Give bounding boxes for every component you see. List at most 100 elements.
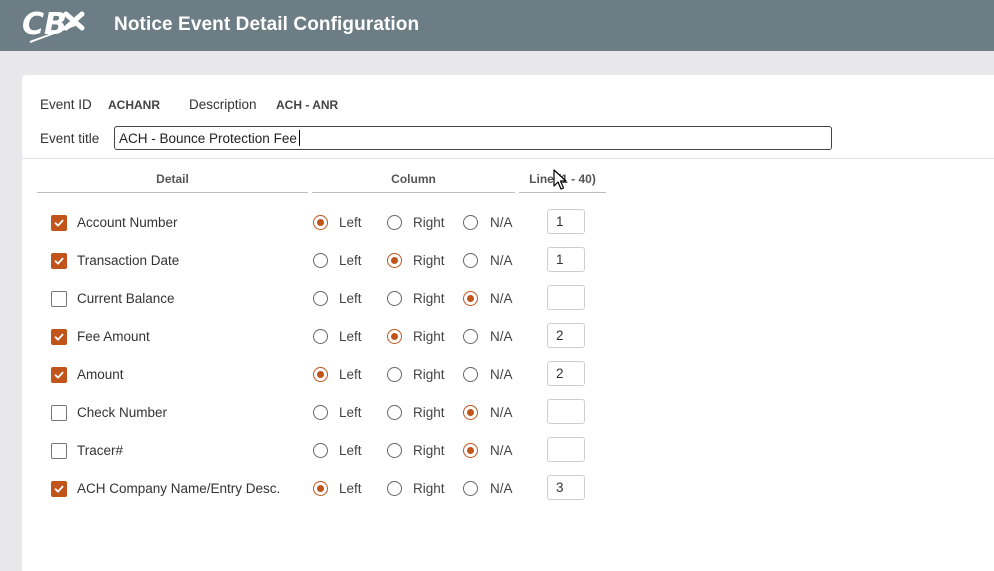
radio-left-label: Left xyxy=(339,329,362,344)
radio-right-label: Right xyxy=(413,329,445,344)
line-number-input[interactable] xyxy=(547,437,585,462)
radio-left[interactable] xyxy=(313,405,328,420)
radio-right-label: Right xyxy=(413,443,445,458)
radio-selected-dot xyxy=(390,332,398,340)
text-caret xyxy=(299,130,300,146)
event-title-input[interactable] xyxy=(114,126,832,150)
include-checkbox[interactable] xyxy=(51,329,67,345)
radio-na-label: N/A xyxy=(490,291,513,306)
radio-left[interactable] xyxy=(313,215,328,230)
radio-na[interactable] xyxy=(463,329,478,344)
detail-label: Check Number xyxy=(77,405,168,420)
radio-right[interactable] xyxy=(387,215,402,230)
description-label: Description xyxy=(189,97,257,112)
include-checkbox[interactable] xyxy=(51,443,67,459)
radio-selected-dot xyxy=(390,256,398,264)
detail-label: Fee Amount xyxy=(77,329,150,344)
detail-row: Tracer# Left Right N/A xyxy=(0,437,994,465)
detail-label: ACH Company Name/Entry Desc. xyxy=(77,481,281,496)
mouse-pointer-icon xyxy=(553,169,567,190)
line-number-input[interactable]: 2 xyxy=(547,323,585,348)
radio-selected-dot xyxy=(316,218,324,226)
include-checkbox[interactable] xyxy=(51,253,67,269)
radio-right-label: Right xyxy=(413,291,445,306)
radio-left[interactable] xyxy=(313,291,328,306)
radio-right-label: Right xyxy=(413,367,445,382)
radio-right[interactable] xyxy=(387,481,402,496)
checkmark-icon xyxy=(54,371,64,379)
line-number-input[interactable]: 1 xyxy=(547,209,585,234)
radio-na[interactable] xyxy=(463,291,478,306)
checkmark-icon xyxy=(54,257,64,265)
event-title-label: Event title xyxy=(40,131,100,146)
line-number-input[interactable] xyxy=(547,285,585,310)
radio-selected-dot xyxy=(316,484,324,492)
detail-row: Account Number Left Right N/A 1 xyxy=(0,209,994,237)
detail-label: Account Number xyxy=(77,215,178,230)
detail-label: Transaction Date xyxy=(77,253,180,268)
radio-right[interactable] xyxy=(387,291,402,306)
radio-left-label: Left xyxy=(339,291,362,306)
radio-left[interactable] xyxy=(313,367,328,382)
radio-right[interactable] xyxy=(387,443,402,458)
radio-left[interactable] xyxy=(313,481,328,496)
radio-right-label: Right xyxy=(413,215,445,230)
detail-row: ACH Company Name/Entry Desc. Left Right N/A… xyxy=(0,475,994,503)
radio-na-label: N/A xyxy=(490,481,513,496)
radio-na[interactable] xyxy=(463,367,478,382)
radio-right-label: Right xyxy=(413,253,445,268)
radio-na[interactable] xyxy=(463,405,478,420)
radio-right[interactable] xyxy=(387,329,402,344)
detail-column-header: Detail xyxy=(156,172,189,186)
radio-na-label: N/A xyxy=(490,367,513,382)
radio-na[interactable] xyxy=(463,253,478,268)
radio-right[interactable] xyxy=(387,253,402,268)
radio-right-label: Right xyxy=(413,481,445,496)
description-value: ACH - ANR xyxy=(276,98,339,112)
radio-right[interactable] xyxy=(387,367,402,382)
radio-left-label: Left xyxy=(339,405,362,420)
line-header-underline xyxy=(519,192,606,193)
cbx-logo-icon[interactable]: CB xyxy=(22,4,92,46)
line-number-input[interactable] xyxy=(547,399,585,424)
detail-label: Tracer# xyxy=(77,443,124,458)
line-number-input[interactable]: 1 xyxy=(547,247,585,272)
radio-left[interactable] xyxy=(313,329,328,344)
detail-label: Current Balance xyxy=(77,291,175,306)
include-checkbox[interactable] xyxy=(51,367,67,383)
event-id-label: Event ID xyxy=(40,97,92,112)
include-checkbox[interactable] xyxy=(51,215,67,231)
radio-selected-dot xyxy=(466,408,474,416)
checkmark-icon xyxy=(54,333,64,341)
include-checkbox[interactable] xyxy=(51,405,67,421)
detail-label: Amount xyxy=(77,367,124,382)
column-column-header: Column xyxy=(391,172,436,186)
radio-right[interactable] xyxy=(387,405,402,420)
include-checkbox[interactable] xyxy=(51,481,67,497)
radio-na[interactable] xyxy=(463,215,478,230)
detail-row: Transaction Date Left Right N/A 1 xyxy=(0,247,994,275)
include-checkbox[interactable] xyxy=(51,291,67,307)
radio-selected-dot xyxy=(316,370,324,378)
app-header: CB Notice Event Detail Configuration xyxy=(0,0,994,51)
detail-row: Check Number Left Right N/A xyxy=(0,399,994,427)
line-number-input[interactable]: 2 xyxy=(547,361,585,386)
radio-left[interactable] xyxy=(313,253,328,268)
detail-row: Amount Left Right N/A 2 xyxy=(0,361,994,389)
radio-selected-dot xyxy=(466,294,474,302)
radio-na-label: N/A xyxy=(490,405,513,420)
page-title: Notice Event Detail Configuration xyxy=(114,14,420,35)
detail-row: Current Balance Left Right N/A xyxy=(0,285,994,313)
detail-header-underline xyxy=(37,192,308,193)
radio-selected-dot xyxy=(466,446,474,454)
line-number-input[interactable]: 3 xyxy=(547,475,585,500)
radio-left-label: Left xyxy=(339,215,362,230)
radio-left-label: Left xyxy=(339,443,362,458)
radio-left[interactable] xyxy=(313,443,328,458)
radio-right-label: Right xyxy=(413,405,445,420)
radio-na-label: N/A xyxy=(490,215,513,230)
radio-na[interactable] xyxy=(463,443,478,458)
checkmark-icon xyxy=(54,219,64,227)
event-id-value: ACHANR xyxy=(108,98,160,112)
radio-na[interactable] xyxy=(463,481,478,496)
